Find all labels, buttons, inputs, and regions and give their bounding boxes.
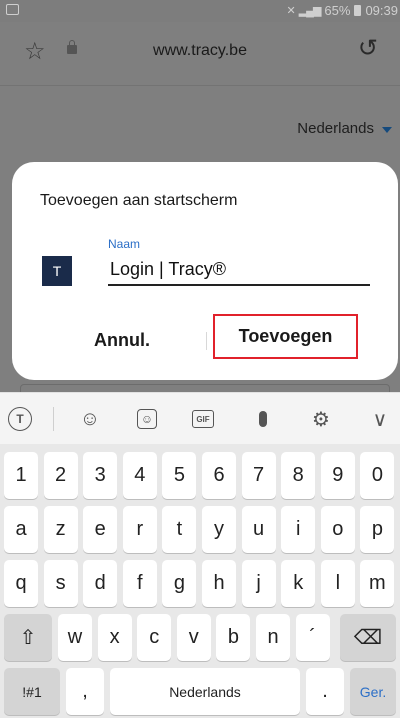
key-row4-5[interactable]: n	[256, 614, 290, 661]
language-label: Nederlands	[297, 120, 374, 137]
key-row2-3[interactable]: r	[122, 506, 157, 553]
notification-image-icon	[6, 4, 19, 15]
key-row3-6[interactable]: j	[241, 560, 276, 607]
mute-icon: ✕	[286, 5, 295, 17]
add-to-homescreen-dialog: Toevoegen aan startscherm T Naam Annul. …	[12, 162, 398, 380]
key-row2-7[interactable]: i	[281, 506, 316, 553]
comma-key[interactable]: ,	[66, 668, 104, 715]
symbols-key[interactable]: !#1	[4, 668, 60, 715]
key-row2-4[interactable]: t	[162, 506, 197, 553]
key-row2-8[interactable]: o	[320, 506, 355, 553]
keyboard-toolbar: T ☺ ☺ GIF ⚙ ∨	[0, 392, 400, 444]
browser-url-bar: ☆ www.tracy.be ↺	[0, 22, 400, 86]
key-row4-1[interactable]: x	[97, 614, 132, 661]
battery-icon	[354, 5, 362, 16]
reload-icon[interactable]: ↺	[358, 37, 378, 61]
key-row3-9[interactable]: m	[360, 560, 395, 607]
key-row4-6[interactable]: ´	[295, 614, 330, 661]
key-row3-8[interactable]: l	[320, 560, 355, 607]
key-row2-2[interactable]: e	[83, 506, 118, 553]
key-row1-4[interactable]: 5	[162, 452, 197, 499]
button-divider	[206, 332, 207, 350]
signal-icon: ▂▄▆	[298, 5, 322, 17]
toolbar-divider	[53, 407, 54, 431]
key-row1-1[interactable]: 2	[43, 452, 78, 499]
caret-down-icon	[382, 126, 392, 133]
enter-key[interactable]: Ger.	[350, 668, 396, 715]
key-row1-3[interactable]: 4	[122, 452, 157, 499]
key-row2-0[interactable]: a	[4, 506, 38, 553]
text-mode-icon[interactable]: T	[0, 393, 40, 445]
url-text[interactable]: www.tracy.be	[0, 42, 400, 60]
key-row4-3[interactable]: v	[176, 614, 211, 661]
emoji-icon[interactable]: ☺	[70, 393, 110, 445]
status-bar: ✕ ▂▄▆ 65% 09:39	[0, 0, 400, 22]
clock: 09:39	[365, 3, 398, 18]
key-row3-1[interactable]: s	[43, 560, 78, 607]
chevron-down-icon[interactable]: ∨	[365, 393, 395, 445]
name-input[interactable]	[108, 254, 370, 286]
key-row4-0[interactable]: w	[58, 614, 92, 661]
key-row3-7[interactable]: k	[281, 560, 316, 607]
key-row2-5[interactable]: y	[202, 506, 236, 553]
name-field-label: Naam	[108, 237, 141, 251]
key-row4-4[interactable]: b	[216, 614, 251, 661]
key-row1-2[interactable]: 3	[83, 452, 118, 499]
key-row2-1[interactable]: z	[43, 506, 78, 553]
key-row1-9[interactable]: 0	[360, 452, 395, 499]
key-row3-0[interactable]: q	[4, 560, 38, 607]
key-row1-5[interactable]: 6	[202, 452, 236, 499]
key-row3-2[interactable]: d	[83, 560, 118, 607]
key-row4-2[interactable]: c	[137, 614, 172, 661]
sticker-icon[interactable]: ☺	[127, 393, 167, 445]
key-row3-3[interactable]: f	[122, 560, 157, 607]
language-selector[interactable]: Nederlands	[297, 120, 392, 137]
key-row3-5[interactable]: h	[202, 560, 236, 607]
key-row2-6[interactable]: u	[241, 506, 276, 553]
dialog-title: Toevoegen aan startscherm	[40, 192, 238, 209]
key-row1-7[interactable]: 8	[281, 452, 316, 499]
key-row1-0[interactable]: 1	[4, 452, 38, 499]
status-right: ✕ ▂▄▆ 65% 09:39	[286, 3, 398, 18]
key-row1-8[interactable]: 9	[320, 452, 355, 499]
keyboard: 1 2 3 4 5 6 7 8 9 0 a z e r t y u i o p q s d f g h j k l m ⇧ w x c v b n ´ ⌫!…	[0, 444, 400, 718]
add-button[interactable]: Toevoegen	[213, 314, 358, 359]
space-key[interactable]: Nederlands	[110, 668, 300, 715]
key-row1-6[interactable]: 7	[241, 452, 276, 499]
cancel-button[interactable]: Annul.	[52, 320, 192, 360]
settings-gear-icon[interactable]: ⚙	[301, 393, 341, 445]
key-row3-4[interactable]: g	[162, 560, 197, 607]
key-row2-9[interactable]: p	[360, 506, 395, 553]
shift-key-icon[interactable]: ⇧	[4, 614, 52, 661]
microphone-icon[interactable]	[243, 393, 283, 445]
battery-percent: 65%	[324, 3, 351, 18]
period-key[interactable]: .	[306, 668, 344, 715]
gif-icon[interactable]: GIF	[183, 393, 223, 445]
backspace-key-icon[interactable]: ⌫	[340, 614, 396, 661]
app-icon: T	[42, 256, 72, 286]
